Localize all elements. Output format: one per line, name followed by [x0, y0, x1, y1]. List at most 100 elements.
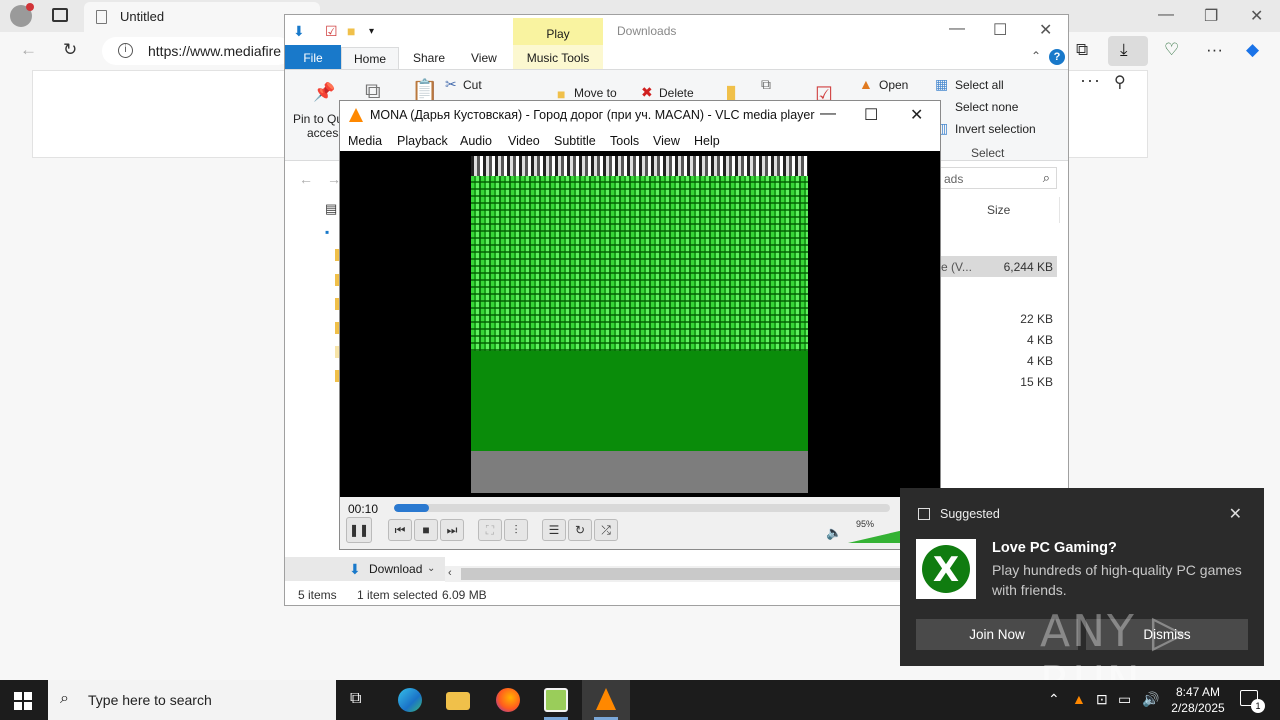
- properties-icon[interactable]: ☑: [325, 23, 338, 40]
- volume-percent: 95%: [856, 519, 875, 529]
- tab-share[interactable]: Share: [413, 51, 445, 65]
- delete-icon[interactable]: ✖: [641, 84, 653, 101]
- nav-pane-downloads[interactable]: ⬇ Download ⌄: [285, 557, 445, 581]
- explorer-close-icon[interactable]: ✕: [1039, 20, 1052, 40]
- cut-icon[interactable]: ✂: [445, 76, 457, 93]
- shuffle-button[interactable]: ⤮: [594, 519, 618, 541]
- ribbon-collapse-icon[interactable]: ⌃: [1031, 49, 1041, 63]
- cut-button[interactable]: Cut: [463, 78, 482, 92]
- new-item-icon[interactable]: ⧉: [761, 76, 771, 93]
- previous-button[interactable]: ⏮: [388, 519, 412, 541]
- menu-playback[interactable]: Playback: [397, 134, 448, 148]
- tab-actions-icon[interactable]: [52, 8, 68, 22]
- vlc-maximize-icon[interactable]: ☐: [864, 105, 878, 125]
- explorer-back-icon[interactable]: ←: [299, 171, 313, 187]
- select-all-icon[interactable]: ▦: [935, 76, 948, 93]
- downloads-more-icon[interactable]: ···: [1080, 70, 1101, 91]
- taskbar-file-explorer[interactable]: [434, 680, 482, 720]
- chevron-down-icon[interactable]: ⌄: [427, 563, 435, 574]
- video-display[interactable]: [340, 151, 940, 497]
- seek-bar[interactable]: [394, 504, 890, 512]
- menu-view[interactable]: View: [653, 134, 680, 148]
- customize-qat-icon[interactable]: ▾: [369, 26, 374, 37]
- tab-view[interactable]: View: [471, 51, 497, 65]
- close-icon[interactable]: ✕: [1250, 6, 1263, 26]
- address-bar[interactable]: i https://www.mediafire: [102, 37, 292, 65]
- search-icon[interactable]: ⌕: [1043, 170, 1050, 186]
- menu-media[interactable]: Media: [348, 134, 382, 148]
- extended-settings-button[interactable]: ⫶: [504, 519, 528, 541]
- toast-close-icon[interactable]: ✕: [1229, 504, 1242, 524]
- open-button[interactable]: Open: [879, 78, 908, 92]
- vlc-minimize-icon[interactable]: —: [820, 105, 836, 123]
- pause-button[interactable]: ❚❚: [346, 517, 372, 543]
- taskbar-search-box[interactable]: ⌕ Type here to search: [48, 680, 336, 720]
- select-none-button[interactable]: Select none: [955, 100, 1018, 114]
- volume-tray-icon[interactable]: 🔊: [1142, 691, 1159, 708]
- explorer-title-bar: ⬇ ☑ ■ ▾ Play Downloads — ☐ ✕: [285, 15, 1068, 45]
- copilot-icon[interactable]: ◆: [1246, 40, 1259, 60]
- status-size: 6.09 MB: [442, 588, 487, 602]
- volume-slider[interactable]: [848, 529, 908, 543]
- profile-avatar-icon[interactable]: [10, 3, 34, 27]
- volume-icon[interactable]: 🔈: [826, 525, 842, 541]
- show-hidden-icons-icon[interactable]: ⌃: [1048, 691, 1060, 708]
- browser-essentials-icon[interactable]: ♡: [1164, 40, 1179, 60]
- device-tray-icon[interactable]: ⊡: [1096, 691, 1108, 708]
- taskbar-firefox[interactable]: [484, 680, 532, 720]
- task-view-button[interactable]: ⧉: [336, 680, 384, 720]
- menu-audio[interactable]: Audio: [460, 134, 492, 148]
- taskbar-edge[interactable]: [386, 680, 434, 720]
- move-to-button[interactable]: Move to: [574, 86, 617, 100]
- tab-music-tools[interactable]: Music Tools: [513, 45, 603, 69]
- pin-quick-access-icon[interactable]: 📌: [313, 82, 335, 103]
- scroll-left-icon[interactable]: ‹: [448, 567, 452, 579]
- delete-button[interactable]: Delete: [659, 86, 694, 100]
- tab-file[interactable]: File: [285, 45, 341, 69]
- search-box[interactable]: ads ⌕: [939, 167, 1057, 189]
- invert-selection-button[interactable]: Invert selection: [955, 122, 1036, 136]
- menu-subtitle[interactable]: Subtitle: [554, 134, 596, 148]
- firefox-icon: [496, 688, 520, 712]
- column-header-size[interactable]: Size: [987, 203, 1010, 217]
- notification-center-icon[interactable]: 1: [1240, 690, 1265, 713]
- vlc-close-icon[interactable]: ✕: [910, 105, 923, 125]
- tab-home[interactable]: Home: [341, 47, 399, 69]
- back-icon[interactable]: ←: [20, 40, 37, 60]
- minimize-icon[interactable]: —: [1158, 6, 1174, 24]
- stop-button[interactable]: ■: [414, 519, 438, 541]
- explorer-maximize-icon[interactable]: ☐: [993, 20, 1007, 40]
- help-icon[interactable]: ?: [1049, 49, 1065, 65]
- fullscreen-button[interactable]: ⛶: [478, 519, 502, 541]
- menu-tools[interactable]: Tools: [610, 134, 639, 148]
- scrollbar-thumb[interactable]: [461, 568, 901, 580]
- next-button[interactable]: ⏭: [440, 519, 464, 541]
- pin-label[interactable]: Pin to Qu: [293, 112, 343, 126]
- menu-help[interactable]: Help: [694, 134, 720, 148]
- downloads-button[interactable]: ⤓: [1108, 36, 1148, 66]
- open-icon[interactable]: ▲: [859, 76, 873, 92]
- taskbar-vlc[interactable]: [582, 680, 630, 720]
- refresh-icon[interactable]: ↻: [63, 40, 77, 60]
- settings-more-icon[interactable]: ···: [1206, 40, 1223, 60]
- site-info-icon[interactable]: i: [118, 43, 133, 58]
- collections-icon[interactable]: ⧉: [1076, 40, 1088, 60]
- table-row-selected[interactable]: e (V... 6,244 KB: [941, 256, 1057, 277]
- start-button[interactable]: [14, 692, 32, 710]
- restore-icon[interactable]: ❐: [1204, 6, 1218, 26]
- menu-video[interactable]: Video: [508, 134, 540, 148]
- explorer-minimize-icon[interactable]: —: [949, 20, 965, 38]
- clock-time: 8:47 AM: [1175, 685, 1221, 699]
- video-artifact-green: [471, 351, 808, 451]
- vlc-tray-icon[interactable]: ▲: [1072, 691, 1086, 707]
- taskbar-notepad-plus[interactable]: [532, 680, 580, 720]
- new-folder-icon[interactable]: ■: [347, 23, 355, 39]
- pin-icon[interactable]: ⚲: [1114, 72, 1126, 92]
- video-folder-icon: ▤: [325, 201, 338, 216]
- taskbar-clock[interactable]: 8:47 AM 2/28/2025: [1160, 684, 1236, 716]
- playlist-button[interactable]: ☰: [542, 519, 566, 541]
- select-all-button[interactable]: Select all: [955, 78, 1004, 92]
- column-divider[interactable]: [1059, 197, 1060, 223]
- loop-button[interactable]: ↻: [568, 519, 592, 541]
- network-icon[interactable]: ▭: [1118, 691, 1131, 708]
